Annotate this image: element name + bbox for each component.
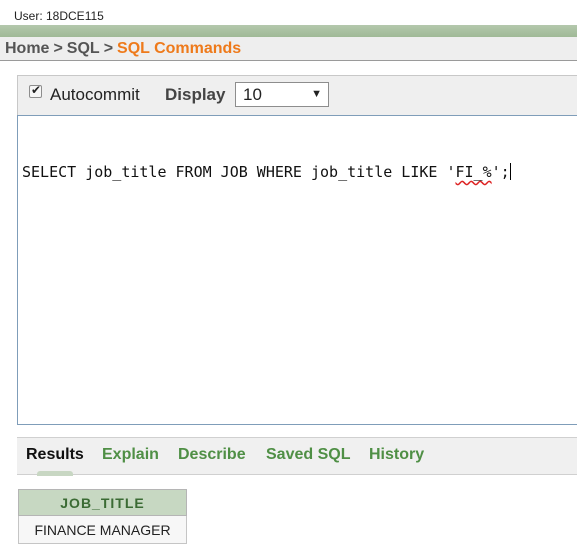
breadcrumb-home[interactable]: Home: [5, 40, 49, 57]
check-icon: ✔: [31, 83, 42, 97]
autocommit-checkbox[interactable]: ✔: [29, 83, 42, 98]
sql-text-before: SELECT job_title FROM JOB WHERE job_titl…: [22, 163, 456, 181]
breadcrumb-separator: >: [103, 40, 114, 57]
display-select-value: 10: [243, 85, 262, 104]
sql-text-after: ';: [491, 163, 510, 181]
table-row: FINANCE MANAGER: [18, 515, 187, 544]
sql-text-spellcheck: FI_%: [455, 163, 492, 181]
breadcrumb-separator: >: [53, 40, 63, 57]
tab-history[interactable]: History: [369, 446, 424, 464]
sql-editor[interactable]: SELECT job_title FROM JOB WHERE job_titl…: [17, 115, 577, 425]
table-header-row: JOB_TITLE: [18, 489, 187, 516]
chevron-down-icon: ▼: [311, 88, 322, 100]
display-label: Display: [165, 85, 226, 104]
sql-toolbar: ✔ Autocommit Display 10 ▼: [17, 75, 577, 115]
active-tab-indicator: [37, 471, 73, 476]
tab-describe[interactable]: Describe: [178, 446, 246, 464]
tab-saved-sql[interactable]: Saved SQL: [266, 446, 350, 464]
breadcrumb-current: SQL Commands: [117, 40, 242, 57]
tab-results[interactable]: Results: [26, 446, 84, 464]
table-cell: FINANCE MANAGER: [18, 515, 187, 544]
user-label: User: 18DCE115: [14, 9, 104, 23]
header-bar: [0, 25, 577, 37]
breadcrumb: Home > SQL > SQL Commands: [0, 37, 577, 61]
display-select[interactable]: 10 ▼: [235, 82, 329, 107]
autocommit-label: Autocommit: [50, 85, 140, 104]
results-tabs: Results Explain Describe Saved SQL Histo…: [17, 437, 577, 476]
text-caret: [509, 163, 511, 180]
sql-text: SELECT job_title FROM JOB WHERE job_titl…: [22, 163, 511, 181]
tab-explain[interactable]: Explain: [102, 446, 159, 464]
column-header-job-title: JOB_TITLE: [18, 489, 187, 516]
breadcrumb-sql[interactable]: SQL: [67, 40, 100, 57]
results-table: JOB_TITLE FINANCE MANAGER: [18, 489, 187, 544]
